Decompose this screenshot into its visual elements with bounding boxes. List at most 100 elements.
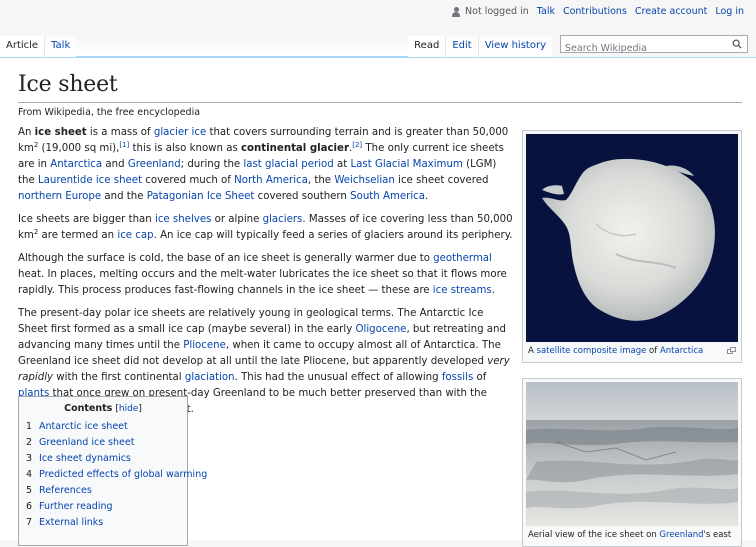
text: and the	[101, 191, 147, 202]
text: , the	[307, 175, 335, 186]
link-glaciers[interactable]: glaciers	[263, 214, 303, 225]
link-greenland[interactable]: Greenland	[128, 159, 181, 170]
tab-article[interactable]: Article	[0, 36, 45, 57]
toc-item[interactable]: 1 Antarctic ice sheet	[26, 419, 180, 435]
toc-item[interactable]: 6 Further reading	[26, 499, 180, 515]
link-fossils[interactable]: fossils	[442, 372, 473, 383]
text: Ice sheets are bigger than	[18, 214, 155, 225]
table-of-contents: Contents [hide] 1 Antarctic ice sheet 2 …	[18, 396, 207, 546]
create-account-link[interactable]: Create account	[635, 6, 707, 17]
search-box	[560, 35, 748, 57]
search-icon[interactable]	[732, 39, 742, 49]
toc-item[interactable]: 3 Ice sheet dynamics	[26, 451, 180, 467]
log-in-link[interactable]: Log in	[715, 6, 744, 17]
toc-item[interactable]: 7 External links	[26, 515, 180, 531]
link-antarctica[interactable]: Antarctica	[50, 159, 102, 170]
toc-link[interactable]: Further reading	[39, 501, 112, 512]
caption-text: of	[646, 346, 660, 356]
thumbnail-antarctica: A satellite composite image of Antarctic…	[522, 130, 742, 363]
bold-term: continental glacier	[241, 143, 349, 154]
search-input[interactable]	[561, 40, 721, 57]
toc-link[interactable]: Predicted effects of global warming	[39, 469, 207, 480]
reference-link[interactable]: [1]	[119, 141, 129, 149]
toc-number: 3	[26, 453, 33, 464]
text: Although the surface is cold, the base o…	[18, 253, 434, 264]
text: ice sheet covered	[394, 175, 489, 186]
text: . This had the unusual effect of allowin…	[234, 372, 442, 383]
toc-link[interactable]: Greenland ice sheet	[39, 437, 134, 448]
toc-hide-toggle: [hide]	[115, 404, 142, 414]
tab-talk[interactable]: Talk	[44, 36, 77, 57]
toc-link[interactable]: Ice sheet dynamics	[39, 453, 131, 464]
text: . An ice cap will typically feed a serie…	[153, 230, 513, 241]
toc-link[interactable]: Antarctic ice sheet	[39, 421, 128, 432]
link-ice-shelves[interactable]: ice shelves	[155, 214, 211, 225]
toc-item[interactable]: 5 References	[26, 483, 180, 499]
link-oligocene[interactable]: Oligocene	[355, 324, 406, 335]
link-patagonian-ice-sheet[interactable]: Patagonian Ice Sheet	[147, 191, 255, 202]
link-greenland-caption[interactable]: Greenland	[659, 530, 703, 540]
tab-view-history-label: View history	[484, 40, 546, 51]
toc-item[interactable]: 2 Greenland ice sheet	[26, 435, 180, 451]
text: or alpine	[211, 214, 263, 225]
link-antarctica-caption[interactable]: Antarctica	[660, 346, 703, 356]
talk-link[interactable]: Talk	[537, 6, 555, 17]
link-glaciation[interactable]: glaciation	[185, 372, 235, 383]
tab-view-history[interactable]: View history	[477, 36, 552, 57]
tab-edit-label: Edit	[452, 40, 472, 51]
link-south-america[interactable]: South America	[350, 191, 425, 202]
tabs-spacer	[76, 36, 421, 57]
paragraph-1: An ice sheet is a mass of glacier ice th…	[18, 125, 514, 205]
text: An	[18, 127, 35, 138]
reference-link[interactable]: [2]	[352, 141, 362, 149]
text: .	[425, 191, 429, 202]
link-geothermal[interactable]: geothermal	[433, 253, 492, 264]
link-weichselian[interactable]: Weichselian	[334, 175, 395, 186]
link-ice-streams[interactable]: ice streams	[433, 285, 492, 296]
text: of	[473, 372, 487, 383]
toc-link[interactable]: References	[39, 485, 92, 496]
text: is a mass of	[86, 127, 154, 138]
toc-number: 5	[26, 485, 33, 496]
caption-text: A	[528, 346, 537, 356]
not-logged-in-label: Not logged in	[465, 6, 529, 17]
link-north-america[interactable]: North America	[234, 175, 308, 186]
toc-number: 7	[26, 517, 33, 528]
toc-link[interactable]: External links	[39, 517, 103, 528]
greenland-aerial-image[interactable]	[526, 382, 738, 526]
link-northern-europe[interactable]: northern Europe	[18, 191, 101, 202]
page-title: Ice sheet	[18, 72, 118, 97]
content-area: Ice sheet From Wikipedia, the free encyc…	[0, 57, 756, 547]
link-last-glacial-period[interactable]: last glacial period	[243, 159, 333, 170]
user-icon	[451, 6, 461, 17]
toc-item[interactable]: 4 Predicted effects of global warming	[26, 467, 207, 483]
article-body: An ice sheet is a mass of glacier ice th…	[18, 125, 514, 425]
contributions-link[interactable]: Contributions	[563, 6, 627, 17]
text: this is also known as	[129, 143, 241, 154]
tab-talk-label: Talk	[51, 40, 71, 51]
tab-edit[interactable]: Edit	[445, 36, 478, 57]
toc-number: 4	[26, 469, 33, 480]
link-satellite-composite-image[interactable]: satellite composite image	[537, 346, 647, 356]
text: ; during the	[180, 159, 244, 170]
title-divider	[18, 102, 742, 103]
enlarge-icon[interactable]	[727, 347, 736, 354]
tab-read[interactable]: Read	[408, 36, 446, 57]
toc-number: 1	[26, 421, 33, 432]
toc-header: Contents [hide]	[26, 403, 180, 414]
tab-read-label: Read	[414, 40, 440, 51]
link-glacier-ice[interactable]: glacier ice	[154, 127, 206, 138]
toc-number: 6	[26, 501, 33, 512]
antarctica-satellite-image[interactable]	[526, 134, 738, 342]
tab-article-label: Article	[6, 40, 39, 51]
text: at	[333, 159, 351, 170]
thumbnail-caption: Aerial view of the ice sheet on Greenlan…	[526, 526, 738, 543]
link-pliocene[interactable]: Pliocene	[183, 340, 226, 351]
toc-hide-link[interactable]: hide	[119, 404, 138, 414]
caption-text: 's east	[703, 530, 732, 540]
text: covered southern	[254, 191, 351, 202]
link-last-glacial-maximum[interactable]: Last Glacial Maximum	[350, 159, 462, 170]
toc-list: 1 Antarctic ice sheet 2 Greenland ice sh…	[26, 419, 207, 531]
link-ice-cap[interactable]: ice cap	[117, 230, 153, 241]
link-laurentide-ice-sheet[interactable]: Laurentide ice sheet	[38, 175, 142, 186]
